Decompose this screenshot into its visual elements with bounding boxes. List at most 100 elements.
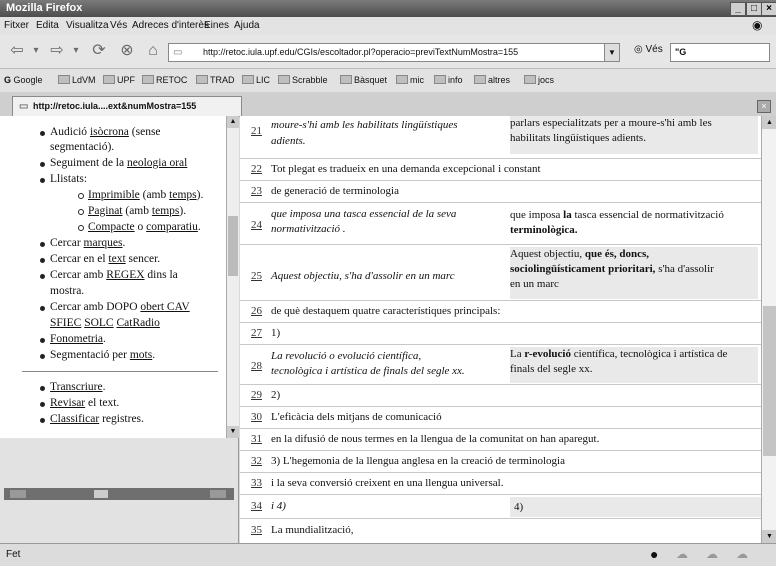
bookmark-retoc[interactable]: RETOC	[142, 75, 187, 85]
link-neologia-oral[interactable]: neologia oral	[127, 157, 187, 169]
row-number-link[interactable]: 35	[251, 524, 262, 536]
scroll-down-icon[interactable]: ▼	[227, 426, 239, 438]
row-number-link[interactable]: 24	[251, 219, 262, 231]
scroll-down-icon[interactable]: ▼	[762, 530, 776, 543]
bookmark-trad[interactable]: TRAD	[196, 75, 235, 85]
sidebar-menu: Audició isòcrona (sense segmentació). Se…	[0, 116, 239, 438]
maximize-button[interactable]: □	[746, 2, 762, 16]
folder-icon	[103, 75, 115, 84]
link-transcriure[interactable]: Transcriure	[50, 381, 103, 393]
link-temps-2[interactable]: temps	[152, 205, 179, 217]
link-isocrona[interactable]: isòcrona	[90, 126, 129, 138]
menu-edita[interactable]: Edita	[36, 20, 59, 31]
sidebar-item-imprimible: Imprimible (amb temps).	[77, 189, 204, 201]
bookmark-upf[interactable]: UPF	[103, 75, 135, 85]
bookmark-ldvm[interactable]: LdVM	[58, 75, 96, 85]
row-number-link[interactable]: 29	[251, 389, 262, 401]
link-compacte[interactable]: Compacte	[88, 221, 135, 233]
bookmark-mic[interactable]: mic	[396, 75, 424, 85]
tab-active[interactable]: ▭ http://retoc.iula....ext&numMostra=155	[12, 96, 242, 116]
link-mots[interactable]: mots	[130, 349, 152, 361]
table-row: 24 que imposa una tasca essencial de la …	[240, 202, 761, 245]
menu-visualitza[interactable]: Visualitza	[66, 20, 109, 31]
link-paginat[interactable]: Paginat	[88, 205, 123, 217]
back-dropdown-icon[interactable]: ▾	[30, 41, 42, 61]
link-marques[interactable]: marques	[84, 237, 123, 249]
sidebar-item-text: Cercar en el text sencer.	[39, 253, 161, 265]
link-classificar[interactable]: Classificar	[50, 413, 99, 425]
scroll-up-icon[interactable]: ▲	[227, 116, 239, 128]
revised-cell: Aquest objectiu, que és, doncs, socioling…	[510, 247, 758, 299]
link-comparatiu[interactable]: comparatiu	[146, 221, 198, 233]
close-button[interactable]: ×	[761, 2, 776, 16]
row-number-link[interactable]: 31	[251, 433, 262, 445]
link-regex[interactable]: REGEX	[106, 269, 144, 281]
bookmark-altres[interactable]: altres	[474, 75, 510, 85]
row-number-link[interactable]: 21	[251, 125, 262, 137]
audio-player-bar[interactable]	[4, 488, 234, 500]
menu-eines[interactable]: Eines	[204, 20, 229, 31]
transcription-table: 21 moure-s'hi amb les habilitats lingüís…	[240, 116, 761, 543]
player-rewind-icon[interactable]	[10, 490, 26, 498]
menu-ajuda[interactable]: Ajuda	[234, 20, 260, 31]
main-scrollbar[interactable]: ▲ ▼	[761, 116, 776, 543]
menu-fitxer[interactable]: Fitxer	[4, 20, 29, 31]
menu-adreces[interactable]: Adreces d'interès	[132, 20, 209, 31]
link-solc[interactable]: SOLC	[84, 317, 113, 329]
main-scroll-thumb[interactable]	[763, 306, 776, 456]
row-number-link[interactable]: 25	[251, 270, 262, 282]
bookmark-jocs[interactable]: jocs	[524, 75, 554, 85]
forward-dropdown-icon[interactable]: ▾	[70, 41, 82, 61]
home-icon[interactable]: ⌂	[142, 41, 164, 61]
bookmark-scrabble[interactable]: Scrabble	[278, 75, 328, 85]
minimize-button[interactable]: _	[730, 2, 746, 16]
back-arrow-icon[interactable]: ⇦	[6, 41, 28, 61]
bookmark-info[interactable]: info	[434, 75, 463, 85]
forward-arrow-icon[interactable]: ⇨	[46, 41, 68, 61]
table-row: 26 de què destaquem quatre característiqu…	[240, 300, 761, 323]
row-number-link[interactable]: 32	[251, 455, 262, 467]
row-number-link[interactable]: 23	[251, 185, 262, 197]
link-sfiec[interactable]: SFIEC	[50, 317, 81, 329]
search-field[interactable]: "G	[670, 43, 770, 62]
sidebar-scroll-thumb[interactable]	[228, 216, 238, 276]
menu-ves[interactable]: Vés	[110, 20, 127, 31]
row-number-link[interactable]: 28	[251, 360, 262, 372]
page-icon: ▭	[19, 101, 29, 112]
link-imprimible[interactable]: Imprimible	[88, 189, 140, 201]
bookmark-basquet[interactable]: Bàsquet	[340, 75, 387, 85]
bookmarks-toolbar: G Google LdVM UPF RETOC TRAD LIC Scrabbl…	[0, 69, 776, 93]
stop-icon[interactable]: ⊗	[116, 41, 138, 61]
address-bar[interactable]: ▭ http://retoc.iula.upf.edu/CGIs/escolta…	[168, 43, 620, 62]
status-cloud-icon: ☁	[706, 547, 718, 561]
folder-icon	[474, 75, 486, 84]
reload-icon[interactable]: ⟳	[88, 41, 110, 61]
row-number-link[interactable]: 30	[251, 411, 262, 423]
player-position-thumb[interactable]	[94, 490, 108, 498]
status-text: Fet	[6, 549, 21, 560]
folder-icon	[524, 75, 536, 84]
link-temps-1[interactable]: temps	[169, 189, 196, 201]
link-catradio[interactable]: CatRadio	[116, 317, 159, 329]
link-cav[interactable]: CAV	[164, 301, 190, 313]
player-forward-icon[interactable]	[210, 490, 226, 498]
folder-icon	[278, 75, 290, 84]
scroll-up-icon[interactable]: ▲	[762, 116, 776, 129]
link-text[interactable]: text	[108, 253, 125, 265]
row-number-link[interactable]: 33	[251, 477, 262, 489]
sidebar-scrollbar[interactable]: ▲ ▼	[226, 116, 239, 438]
row-number-link[interactable]: 34	[251, 500, 262, 512]
address-dropdown-icon[interactable]: ▼	[604, 44, 619, 61]
link-fonometria[interactable]: Fonometria	[50, 333, 103, 345]
sidebar-item-compacte: Compacte o comparatiu.	[78, 221, 201, 233]
sidebar-item-llistats: Llistats:	[39, 173, 88, 185]
go-button[interactable]: ◎ Vés	[634, 44, 663, 55]
row-number-link[interactable]: 26	[251, 305, 262, 317]
close-tab-icon[interactable]: ×	[757, 100, 771, 113]
link-revisar[interactable]: Revisar	[50, 397, 85, 409]
row-number-link[interactable]: 27	[251, 327, 262, 339]
link-obert[interactable]: obert	[140, 301, 164, 313]
bookmark-lic[interactable]: LIC	[242, 75, 270, 85]
row-number-link[interactable]: 22	[251, 163, 262, 175]
bookmark-google[interactable]: G Google	[4, 75, 43, 85]
